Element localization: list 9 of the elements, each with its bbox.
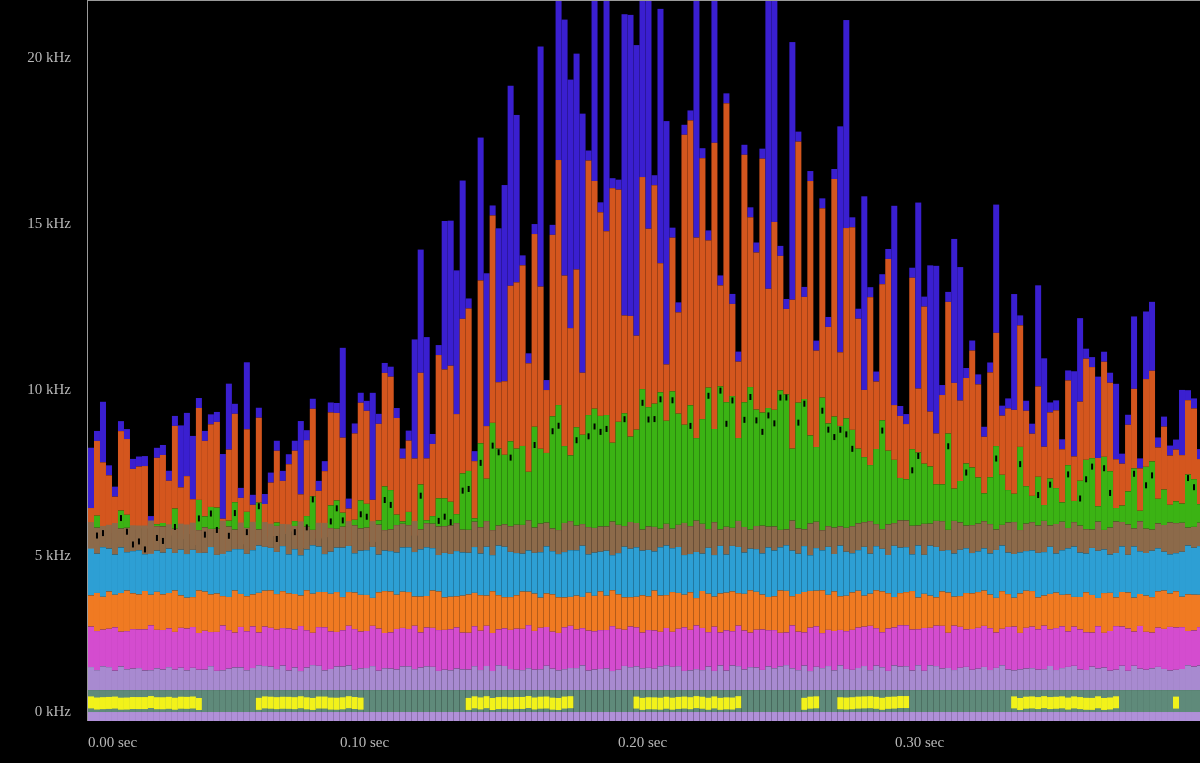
axis-tick-label: 0.10 sec <box>340 733 390 751</box>
axis-tick-label: 5 kHz <box>34 546 71 564</box>
axis-tick-label: 0.20 sec <box>618 733 668 751</box>
axis-tick-label: 10 kHz <box>27 380 71 398</box>
axis-tick-label: 0.00 sec <box>88 733 138 751</box>
axis-tick-label: 20 kHz <box>27 48 71 66</box>
axis-tick-label: 0 kHz <box>34 702 71 720</box>
axis-tick-label: 15 kHz <box>27 214 71 232</box>
axis-tick-label: 0.30 sec <box>895 733 945 751</box>
